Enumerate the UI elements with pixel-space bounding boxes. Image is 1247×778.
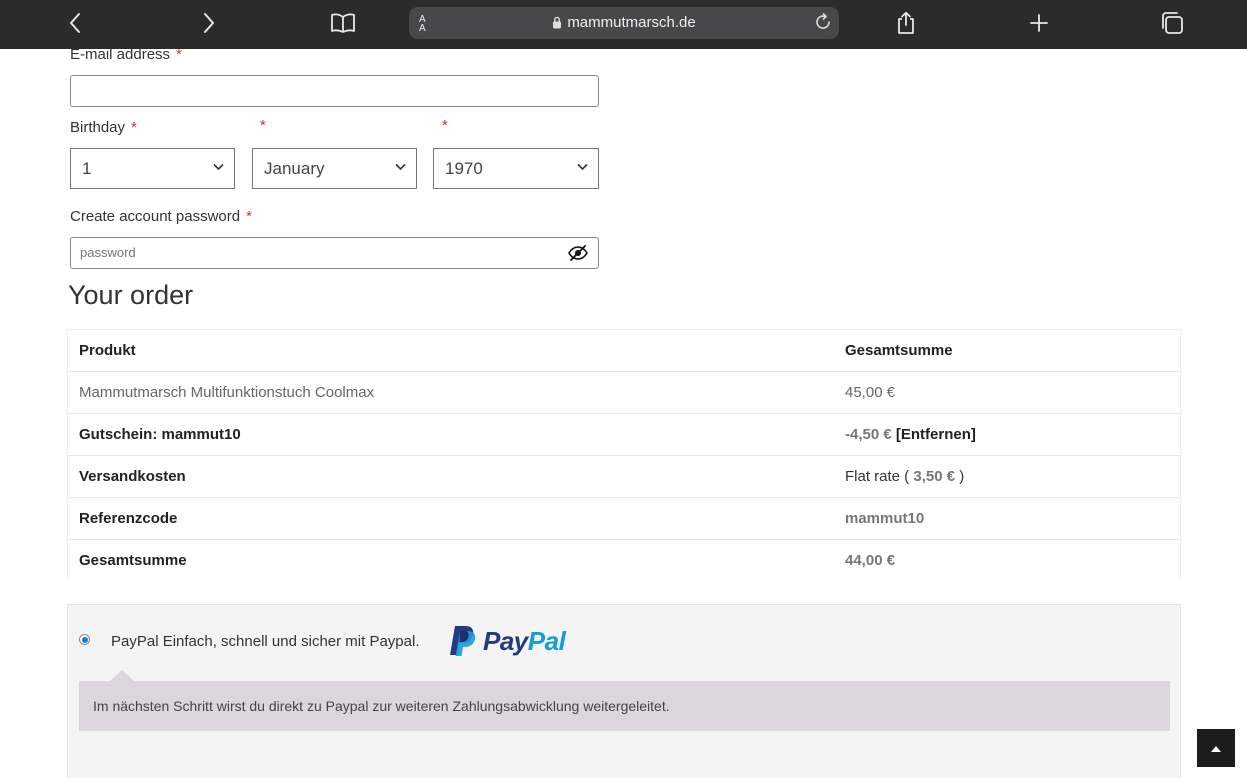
- birthday-year-select[interactable]: 1970: [433, 148, 599, 189]
- coupon-label: Gutschein: mammut10: [67, 413, 833, 456]
- email-field[interactable]: [70, 75, 599, 107]
- header-total: Gesamtsumme: [833, 329, 1181, 372]
- lock-icon: [553, 16, 562, 29]
- paypal-logo-pal: Pal: [527, 625, 566, 656]
- birthday-day-value: 1: [82, 159, 92, 178]
- new-tab-button[interactable]: [1025, 0, 1053, 46]
- forward-button[interactable]: [194, 0, 224, 46]
- total-value: 44,00 €: [833, 539, 1181, 581]
- shipping-method: Flat rate (: [845, 468, 910, 485]
- product-price: 45,00 €: [833, 371, 1181, 414]
- paypal-logo: PayPal: [449, 625, 566, 657]
- tabs-button[interactable]: [1158, 0, 1186, 46]
- plus-icon: [1030, 14, 1048, 32]
- reference-code: mammut10: [833, 497, 1181, 540]
- coupon-discount: -4,50 €: [845, 426, 892, 443]
- eye-slash-icon: [568, 245, 588, 261]
- required-mark: *: [246, 208, 252, 225]
- shipping-cost: 3,50 €: [913, 468, 956, 485]
- table-header-row: Produkt Gesamtsumme: [67, 329, 1181, 372]
- reload-icon: [816, 13, 830, 29]
- birthday-day-select[interactable]: 1: [70, 148, 235, 189]
- paypal-p-icon: [450, 626, 476, 656]
- url-text: mammutmarsch.de: [567, 14, 696, 31]
- bookmarks-button[interactable]: [327, 0, 359, 46]
- table-row: Versandkosten Flat rate ( 3,50 € ): [67, 455, 1181, 498]
- table-row: Mammutmarsch Multifunktionstuch Coolmax …: [67, 371, 1181, 414]
- required-mark: *: [176, 46, 182, 63]
- reference-label: Referenzcode: [67, 497, 833, 540]
- paypal-logo-pay: Pay: [483, 625, 528, 656]
- header-product: Produkt: [67, 329, 833, 372]
- share-icon: [898, 11, 914, 34]
- birthday-year-value: 1970: [445, 159, 483, 178]
- chevron-right-icon: [204, 13, 214, 33]
- table-row: Gutschein: mammut10 -4,50 € [Entfernen]: [67, 413, 1181, 456]
- paypal-info-text: Im nächsten Schritt wirst du direkt zu P…: [93, 698, 670, 714]
- toggle-password-visibility-button[interactable]: [568, 244, 588, 267]
- chevron-down-icon: [577, 163, 588, 171]
- email-label: E-mail address *: [70, 46, 182, 63]
- shipping-label: Versandkosten: [67, 455, 833, 498]
- table-row: Gesamtsumme 44,00 €: [67, 539, 1181, 581]
- caret-up-icon: [1211, 745, 1221, 752]
- tabs-icon: [1162, 12, 1183, 34]
- password-input[interactable]: [78, 244, 552, 261]
- scroll-to-top-button[interactable]: [1197, 729, 1235, 767]
- back-button[interactable]: [60, 0, 90, 46]
- chevron-left-icon: [70, 13, 80, 33]
- password-label: Create account password *: [70, 208, 252, 225]
- birthday-label: Birthday *: [70, 119, 137, 136]
- year-required-mark: *: [442, 117, 448, 134]
- table-row: Referenzcode mammut10: [67, 497, 1181, 540]
- share-button[interactable]: [892, 0, 920, 46]
- book-icon: [331, 13, 355, 33]
- required-mark: *: [131, 119, 137, 136]
- month-required-mark: *: [260, 117, 266, 134]
- chevron-down-icon: [395, 163, 406, 171]
- paypal-label[interactable]: PayPal Einfach, schnell und sicher mit P…: [111, 633, 420, 650]
- shipping-suffix: ): [959, 468, 965, 485]
- paypal-info-box: Im nächsten Schritt wirst du direkt zu P…: [79, 670, 1170, 731]
- payment-methods: PayPal Einfach, schnell und sicher mit P…: [67, 604, 1181, 778]
- product-name: Mammutmarsch Multifunktionstuch Coolmax: [67, 371, 833, 414]
- birthday-month-select[interactable]: January: [252, 148, 417, 189]
- order-table: Produkt Gesamtsumme Mammutmarsch Multifu…: [67, 329, 1181, 581]
- chevron-down-icon: [213, 163, 224, 171]
- remove-coupon-link[interactable]: [Entfernen]: [896, 426, 976, 443]
- paypal-radio[interactable]: [79, 634, 90, 645]
- browser-toolbar: AA mammutmarsch.de: [0, 0, 1247, 49]
- reload-button[interactable]: [813, 12, 833, 37]
- address-bar[interactable]: AA mammutmarsch.de: [409, 7, 839, 39]
- order-title: Your order: [68, 280, 194, 310]
- birthday-month-value: January: [264, 159, 325, 178]
- total-label: Gesamtsumme: [67, 539, 833, 581]
- password-field[interactable]: [70, 237, 599, 269]
